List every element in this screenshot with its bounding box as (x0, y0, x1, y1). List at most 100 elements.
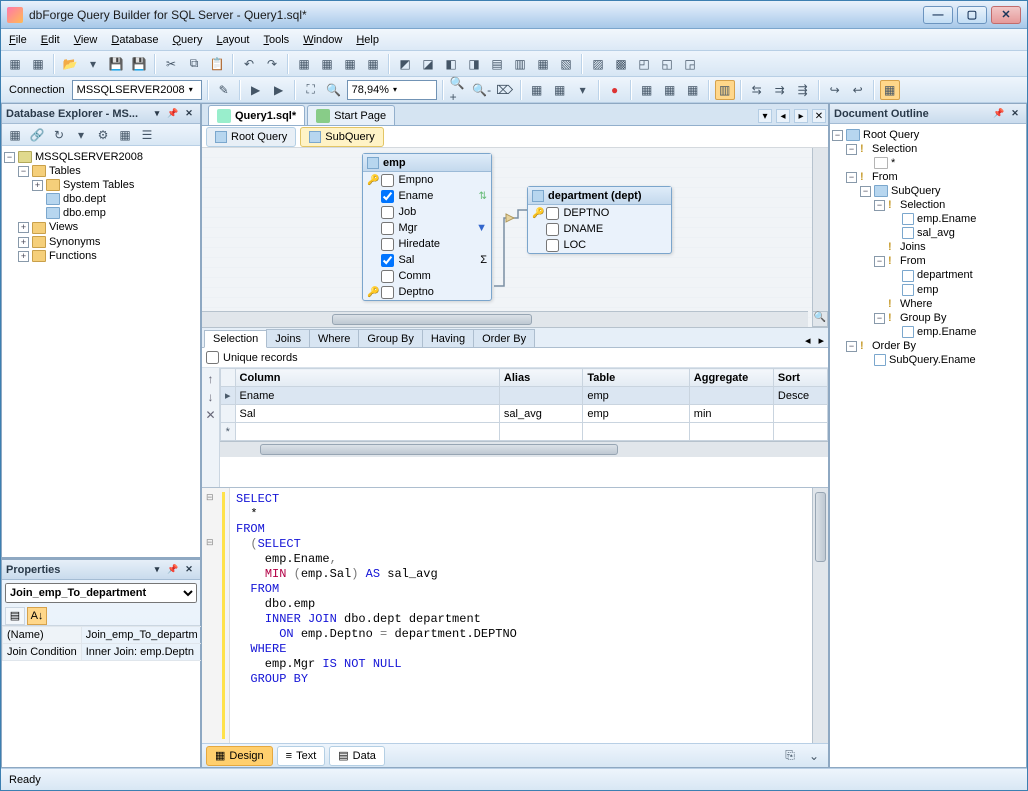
property-row[interactable]: (Name)Join_emp_To_departm (3, 627, 203, 644)
menu-tools[interactable]: Tools (264, 34, 290, 46)
col-loc-check[interactable] (546, 239, 559, 252)
relation-icon[interactable]: ⇆ (747, 80, 767, 100)
col-mgr-check[interactable] (381, 222, 394, 235)
refresh-icon[interactable]: ↻ (49, 125, 69, 145)
gridtab-joins[interactable]: Joins (266, 329, 310, 347)
col-sal-check[interactable] (381, 254, 394, 267)
grid-icon[interactable]: ▦ (294, 54, 314, 74)
grid-icon[interactable]: ▦ (363, 54, 383, 74)
relation-icon[interactable]: ⇉ (770, 80, 790, 100)
outline-sal-avg[interactable]: sal_avg (917, 227, 955, 239)
tree-table-emp[interactable]: dbo.emp (63, 207, 106, 219)
col-job-check[interactable] (381, 206, 394, 219)
grid-row[interactable]: Salsal_avgempmin (221, 405, 828, 423)
layout-icon[interactable]: ◲ (680, 54, 700, 74)
results-text-icon[interactable]: ▦ (550, 80, 570, 100)
panel-close-icon[interactable]: ✕ (182, 563, 196, 577)
layout-icon[interactable]: ▩ (611, 54, 631, 74)
tab-next-icon[interactable]: ▸ (794, 109, 808, 123)
grid-row[interactable]: ▸EnameempDesce (221, 387, 828, 405)
gridtab-having[interactable]: Having (422, 329, 474, 347)
dropdown-icon[interactable]: ▾ (573, 80, 593, 100)
open-icon[interactable]: 📂 (60, 54, 80, 74)
zoom-dropdown[interactable]: 78,94%▾ (347, 80, 437, 100)
menu-window[interactable]: Window (303, 34, 342, 46)
layout-icon[interactable]: ▦ (533, 54, 553, 74)
import-icon[interactable]: ↩ (848, 80, 868, 100)
pin-icon[interactable]: 📌 (166, 563, 180, 577)
gridtab-orderby[interactable]: Order By (473, 329, 535, 347)
col-hiredate-check[interactable] (381, 238, 394, 251)
zoom-out-icon[interactable]: 🔍- (472, 80, 492, 100)
outline-root[interactable]: Root Query (863, 129, 919, 141)
grid-row-new[interactable]: * (221, 423, 828, 441)
layout-icon[interactable]: ▧ (556, 54, 576, 74)
outline-sq-selection[interactable]: Selection (900, 199, 945, 211)
results-grid-icon[interactable]: ▦ (527, 80, 547, 100)
outline-toggle-icon[interactable]: ▦ (880, 80, 900, 100)
tab-startpage[interactable]: Start Page (307, 105, 395, 125)
sql-vscroll[interactable] (812, 488, 828, 743)
outline-subquery[interactable]: SubQuery (891, 185, 941, 197)
paste-icon[interactable]: 📋 (207, 54, 227, 74)
menu-edit[interactable]: Edit (41, 34, 60, 46)
layout-icon[interactable]: ▨ (588, 54, 608, 74)
add-table-icon[interactable]: ▦ (660, 80, 680, 100)
connect-icon[interactable]: 🔗 (27, 125, 47, 145)
outline-groupby[interactable]: Group By (900, 312, 946, 324)
row-delete-icon[interactable]: ✕ (205, 408, 215, 422)
outline-emp-ename[interactable]: emp.Ename (917, 213, 976, 225)
outline-orderby[interactable]: Order By (872, 340, 916, 352)
table-department[interactable]: department (dept) 🔑DEPTNO 🔑DNAME 🔑LOC (527, 186, 672, 254)
row-up-icon[interactable]: ↑ (208, 372, 214, 386)
menu-layout[interactable]: Layout (216, 34, 249, 46)
layout-icon[interactable]: ▥ (510, 54, 530, 74)
relation-icon[interactable]: ⇶ (793, 80, 813, 100)
zoom-in-icon[interactable]: 🔍+ (449, 80, 469, 100)
table-emp[interactable]: emp 🔑Empno 🔑Ename⇅ 🔑Job 🔑Mgr▼ 🔑Hiredate … (362, 153, 492, 301)
view-data-tab[interactable]: ▤Data (329, 746, 385, 766)
configure-icon[interactable]: ⚙ (93, 125, 113, 145)
grid-hscroll[interactable] (220, 441, 828, 457)
col-ename-check[interactable] (381, 190, 394, 203)
layout-icon[interactable]: ◧ (441, 54, 461, 74)
designer-hscroll[interactable] (202, 311, 808, 327)
tree-views[interactable]: Views (49, 221, 78, 233)
col-empno-check[interactable] (381, 174, 394, 187)
menu-query[interactable]: Query (172, 34, 202, 46)
tree-tables-folder[interactable]: Tables (49, 165, 81, 177)
properties-object-select[interactable]: Join_emp_To_department (5, 583, 197, 603)
tab-close-icon[interactable]: ✕ (812, 109, 826, 123)
properties-icon[interactable]: ☰ (137, 125, 157, 145)
pin-icon[interactable]: 📌 (166, 107, 180, 121)
panel-dropdown-icon[interactable]: ▾ (150, 107, 164, 121)
layout-icon[interactable]: ◰ (634, 54, 654, 74)
tab-prev-icon[interactable]: ◂ (776, 109, 790, 123)
save-icon[interactable]: 💾 (106, 54, 126, 74)
redo-icon[interactable]: ↷ (262, 54, 282, 74)
sort-az-icon[interactable]: A↓ (27, 607, 47, 625)
gridtab-where[interactable]: Where (309, 329, 359, 347)
outline-tree[interactable]: −Root Query −!Selection +* −!From −SubQu… (830, 124, 1026, 767)
outline-joins[interactable]: Joins (900, 241, 926, 253)
row-down-icon[interactable]: ↓ (208, 390, 214, 404)
view-design-tab[interactable]: ▦Design (206, 746, 273, 766)
col-deptno-check[interactable] (381, 286, 394, 299)
fit-icon[interactable]: ⛶ (301, 80, 321, 100)
filter-icon[interactable]: ▾ (71, 125, 91, 145)
layout-icon[interactable]: ▤ (487, 54, 507, 74)
menu-view[interactable]: View (74, 34, 98, 46)
outline-star[interactable]: * (891, 157, 895, 169)
col-dname-check[interactable] (546, 223, 559, 236)
outline-ob-subquery[interactable]: SubQuery.Ename (889, 354, 976, 366)
col-deptno-check[interactable] (546, 207, 559, 220)
panel-close-icon[interactable]: ✕ (182, 107, 196, 121)
sql-icon[interactable]: ▦ (115, 125, 135, 145)
tree-synonyms[interactable]: Synonyms (49, 236, 100, 248)
grid-prev-icon[interactable]: ◂ (801, 334, 815, 347)
subquery-tab[interactable]: SubQuery (300, 127, 384, 147)
zoom-reset-icon[interactable]: 🔍 (324, 80, 344, 100)
gridtab-groupby[interactable]: Group By (358, 329, 422, 347)
db-explorer-tree[interactable]: −MSSQLSERVER2008 −Tables +System Tables … (2, 146, 200, 557)
grid-icon[interactable]: ▦ (340, 54, 360, 74)
